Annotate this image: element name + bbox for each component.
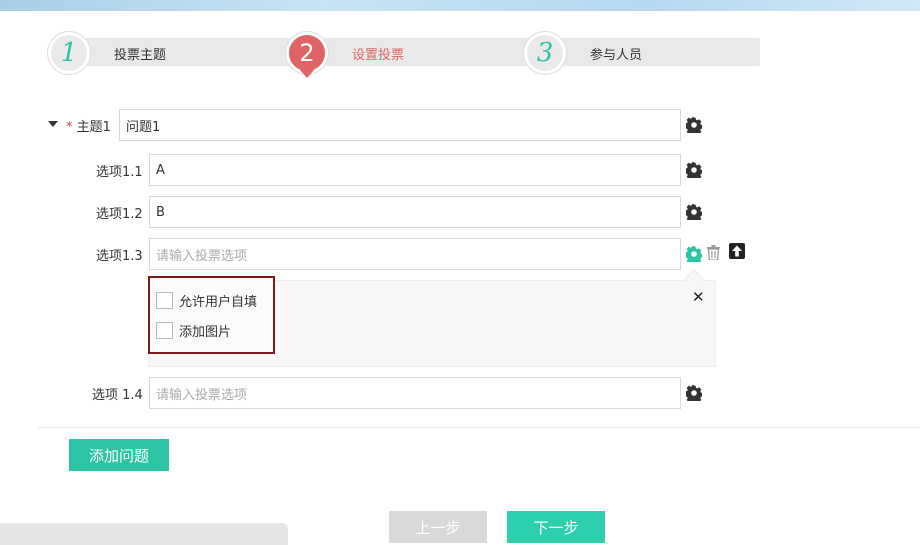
option-1-3-gear-icon[interactable] [686, 246, 702, 262]
step-2-circle[interactable]: 2 [286, 32, 328, 74]
option-1-4-label: 选项 1.4 [92, 388, 143, 403]
step-1-circle[interactable]: 1 [48, 32, 90, 74]
step-3-circle[interactable]: 3 [524, 32, 566, 74]
option-1-1-input[interactable]: A [149, 154, 681, 186]
step-2-label: 设置投票 [352, 48, 405, 63]
highlighted-settings-box [148, 276, 275, 354]
step-track [68, 38, 760, 66]
add-image-label: 添加图片 [179, 325, 232, 340]
step-1-label: 投票主题 [114, 48, 167, 63]
step-3-label: 参与人员 [590, 48, 643, 63]
divider [38, 427, 920, 428]
move-up-arrow-icon[interactable] [729, 243, 745, 259]
bottom-tab-bar [0, 523, 288, 545]
option-1-1-gear-icon[interactable] [686, 162, 702, 178]
option-1-3-label: 选项1.3 [96, 249, 143, 264]
topic-label: * 主题1 [66, 120, 111, 135]
allow-custom-checkbox[interactable] [156, 292, 173, 309]
option-1-1-label: 选项1.1 [96, 165, 143, 180]
option-1-2-gear-icon[interactable] [686, 204, 702, 220]
option-1-3-input[interactable]: 请输入投票选项 [149, 238, 681, 270]
active-step-pointer [300, 70, 314, 78]
topic-input[interactable]: 问题1 [119, 109, 681, 141]
topic-settings-gear-icon[interactable] [686, 117, 702, 133]
delete-trash-icon[interactable] [707, 245, 720, 260]
option-1-4-gear-icon[interactable] [686, 385, 702, 401]
collapse-caret-icon[interactable] [48, 121, 58, 127]
close-panel-icon[interactable]: ✕ [692, 289, 705, 305]
next-step-button[interactable]: 下一步 [507, 511, 605, 543]
add-question-button[interactable]: 添加问题 [69, 439, 169, 471]
top-banner [0, 0, 920, 11]
step-progress: 1 投票主题 2 设置投票 3 参与人员 [48, 32, 760, 78]
add-image-row[interactable]: 添加图片 [156, 321, 231, 340]
option-1-2-input[interactable]: B [149, 196, 681, 228]
option-1-4-input[interactable]: 请输入投票选项 [149, 377, 681, 409]
allow-custom-row[interactable]: 允许用户自填 [156, 291, 257, 310]
option-1-2-label: 选项1.2 [96, 207, 143, 222]
add-image-checkbox[interactable] [156, 322, 173, 339]
allow-custom-label: 允许用户自填 [179, 295, 258, 310]
prev-step-button[interactable]: 上一步 [389, 511, 487, 543]
